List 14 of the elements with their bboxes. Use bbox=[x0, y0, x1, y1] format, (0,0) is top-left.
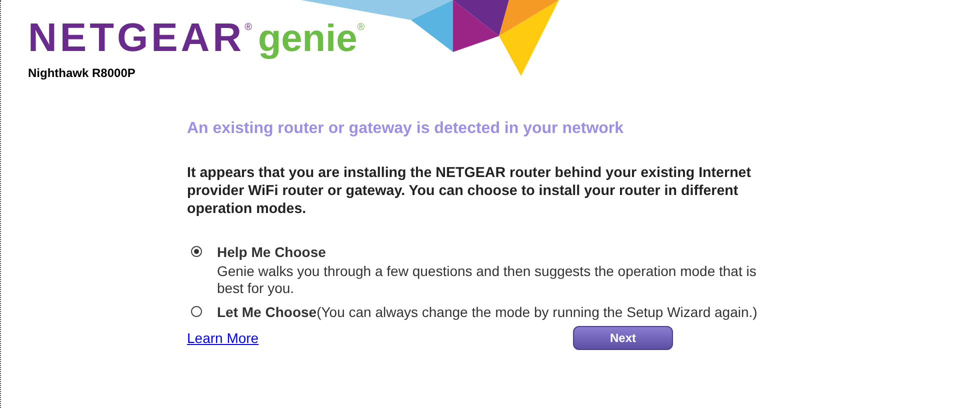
radio-button[interactable] bbox=[191, 306, 202, 317]
intro-text: It appears that you are installing the NETGEAR router behind your existing Internet provider WiFi router or gateway. You can choose to install your router in different operation modes. bbox=[187, 164, 752, 218]
option-description: Genie walks you through a few questions and then suggests the operation mode that is best for you. bbox=[217, 263, 758, 297]
radio-button[interactable] bbox=[191, 246, 202, 257]
page-heading: An existing router or gateway is detected in your network bbox=[187, 120, 625, 138]
next-button[interactable]: Next bbox=[573, 326, 673, 350]
product-name: genie bbox=[258, 18, 358, 60]
brand-name: NETGEAR bbox=[28, 18, 245, 58]
learn-more-link[interactable]: Learn More bbox=[187, 330, 573, 346]
option-label[interactable]: Let Me Choose(You can always change the mode by running the Setup Wizard again.) bbox=[217, 304, 787, 320]
registered-mark: ® bbox=[357, 22, 365, 33]
option-label[interactable]: Help Me Choose bbox=[217, 244, 787, 260]
registered-mark: ® bbox=[244, 22, 252, 33]
model-name: Nighthawk R8000P bbox=[28, 66, 136, 80]
